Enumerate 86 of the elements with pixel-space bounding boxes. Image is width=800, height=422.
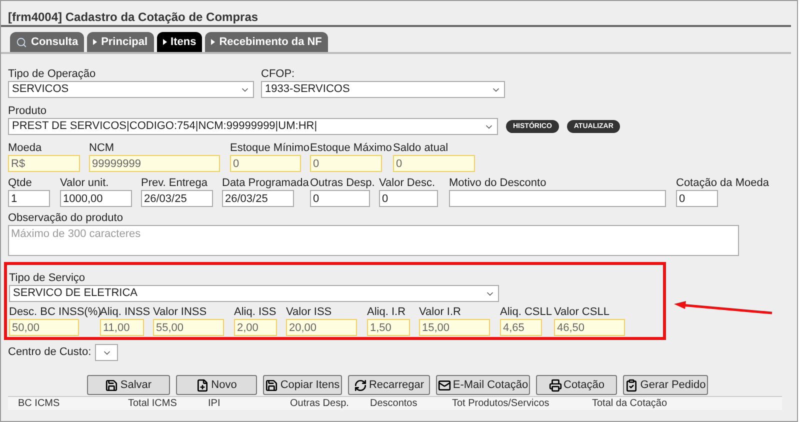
input-field[interactable]: 0 [379,190,438,207]
action-button[interactable]: Novo [176,375,257,395]
input-field[interactable]: 99999999 [89,155,220,172]
field-label: Tipo de Serviço [9,271,86,285]
input-field[interactable]: 50,00 [9,319,79,336]
printer-icon [548,378,562,392]
field-label: Observação do produto [8,211,124,225]
field-label: Desc. BC INSS(%) [9,305,102,319]
field-label: Tipo de Operação [8,67,97,81]
select-field[interactable]: SERVICOS [8,81,254,98]
tab[interactable]: Itens [156,32,202,52]
field-label: Motivo do Desconto [449,176,546,190]
field-label: Cotação da Moeda [676,176,769,190]
arrow-icon [211,39,216,45]
input-field[interactable]: R$ [8,155,80,172]
field-label: Qtde [8,176,32,190]
input-field[interactable]: 0 [230,155,301,172]
column-header: Descontos [370,398,418,410]
field-label: Estoque Máximo [310,141,392,155]
input-field[interactable]: 11,00 [100,319,144,336]
field-label: CFOP: [261,67,296,81]
input-field[interactable]: 26/03/25 [222,190,294,207]
field-label: Valor I.R [419,305,461,319]
field-label: Aliq. INSS [100,305,150,319]
field-label: Prev. Entrega [141,176,208,190]
select-field[interactable]: 1933-SERVICOS [261,81,505,98]
tab[interactable]: Recebimento da NF [205,32,328,52]
input-field[interactable]: 1 [8,190,50,207]
action-button[interactable]: Recarregar [348,375,430,395]
search-icon [16,36,27,48]
input-field[interactable]: 0 [676,190,718,207]
field-label: Produto [8,104,48,118]
field-label: NCM [89,141,114,155]
input-field[interactable]: 1000,00 [60,190,132,207]
input-field[interactable]: 0 [310,190,370,207]
select-field[interactable]: PREST DE SERVICOS|CODIGO:754|NCM:99999999|UM:HR| [8,118,498,135]
field-label: Aliq. CSLL [500,305,552,319]
input-field[interactable]: 46,50 [554,319,625,336]
field-label: Centro de Custo: [8,345,92,360]
field-label: Saldo atual [393,141,448,155]
field-label: Valor INSS [153,305,207,319]
field-label: Valor Desc. [379,176,436,190]
field-label: Valor CSLL [554,305,610,319]
clipboard-check-icon [625,378,638,392]
column-header: Total ICMS [128,398,178,410]
input-field[interactable]: 4,65 [500,319,542,336]
action-button[interactable]: Cotação [536,375,617,395]
field-label: Estoque Mínimo [230,141,310,155]
input-field[interactable]: 0 [393,155,475,172]
field-label: Aliq. ISS [234,305,276,319]
action-button[interactable]: Salvar [87,375,170,395]
input-field[interactable]: 1,50 [367,319,410,336]
column-header: IPI [208,398,222,410]
input-field[interactable]: 0 [310,155,382,172]
action-button[interactable]: Copiar Itens [263,375,342,395]
save-icon [265,378,278,392]
input-field[interactable]: 15,00 [419,319,490,336]
input-field[interactable]: 20,00 [286,319,357,336]
input-field[interactable] [449,190,666,207]
input-field[interactable]: 55,00 [153,319,224,336]
select-field[interactable] [95,344,118,361]
column-header: Tot Produtos/Servicos [452,398,550,410]
action-button[interactable]: E-Mail Cotação [436,375,530,395]
new-file-icon [196,378,210,392]
text-area[interactable]: Máximo de 300 caracteres [8,225,739,256]
input-field[interactable]: 26/03/25 [141,190,213,207]
window-title: [frm4004] Cadastro da Cotação de Compras [8,10,260,24]
column-header: BC ICMS [18,398,61,410]
field-label: Valor unit. [60,176,109,190]
field-label: Valor ISS [286,305,332,319]
column-header: Total da Cotação [592,398,668,410]
field-label: Outras Desp. [310,176,375,190]
save-icon [105,378,118,392]
column-header: Outras Desp. [290,398,350,410]
field-label: Aliq. I.R [367,305,406,319]
action-button[interactable]: Gerar Pedido [623,375,708,395]
mail-icon [438,378,451,392]
tab[interactable]: Consulta [10,32,84,52]
reload-icon [354,378,367,392]
tab[interactable]: Principal [87,32,154,52]
arrow-icon [162,39,167,45]
field-label: Moeda [8,141,42,155]
input-field[interactable]: 2,00 [234,319,277,336]
arrow-icon [93,39,98,45]
select-field[interactable]: SERVICO DE ELETRICA [9,285,499,302]
field-label: Data Programada [222,176,309,190]
